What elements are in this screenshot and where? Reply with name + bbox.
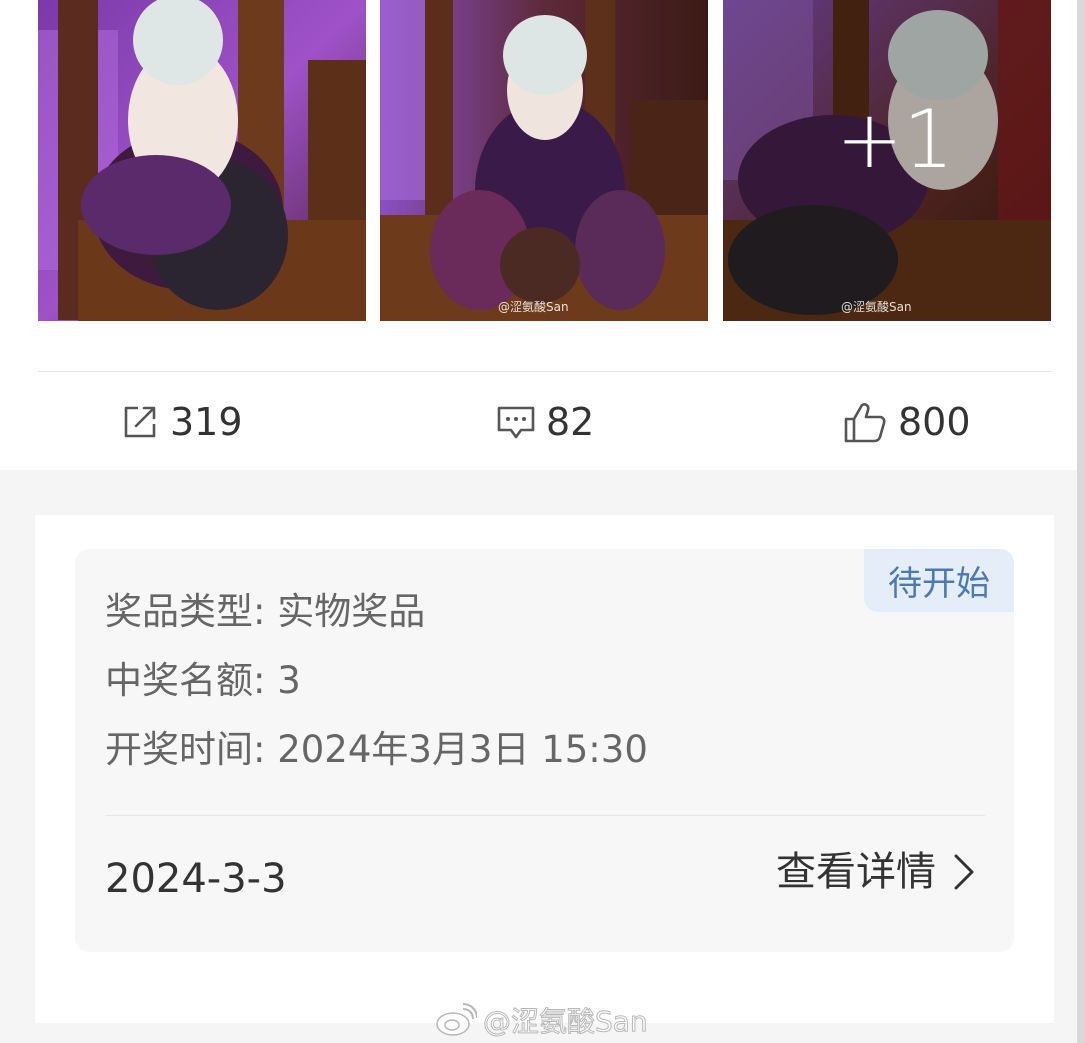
share-button[interactable]: 319 [120,398,243,446]
gallery-image-3[interactable]: +1 @涩氨酸San [723,0,1051,321]
footer-watermark: @涩氨酸San [435,1000,648,1040]
lottery-date: 2024-3-3 [105,856,287,902]
photo-cosplay-bunny-bar-1 [38,0,366,321]
scrollbar[interactable] [1077,0,1085,1043]
post-media-section: @涩氨酸San +1 @涩氨酸San 319 82 800 [0,0,1085,470]
draw-time: 开奖时间: 2024年3月3日 15:30 [105,728,648,771]
card-divider [105,815,985,816]
gallery-image-2[interactable]: @涩氨酸San [380,0,708,321]
weibo-logo-icon [436,1003,477,1036]
image-watermark: @涩氨酸San [841,300,912,314]
lottery-card[interactable]: 待开始 奖品类型: 实物奖品 中奖名额: 3 开奖时间: 2024年3月3日 1… [75,549,1014,952]
comment-button[interactable]: 82 [496,398,594,446]
like-button[interactable]: 800 [842,398,971,446]
more-images-count: +1 [836,93,954,186]
winner-count: 中奖名额: 3 [105,659,301,702]
thumbs-up-icon [844,403,886,443]
image-watermark: @涩氨酸San [498,300,569,314]
prize-type: 奖品类型: 实物奖品 [105,590,426,633]
view-details-label: 查看详情 [776,849,936,895]
like-count: 800 [898,400,971,444]
share-icon [124,406,156,438]
share-count: 319 [170,400,243,444]
gallery-image-1[interactable] [38,0,366,321]
view-details-link[interactable]: 查看详情 [776,852,976,892]
photo-cosplay-bunny-bar-2 [380,0,708,321]
section-divider [38,371,1051,372]
status-badge: 待开始 [864,549,1014,612]
comment-count: 82 [546,400,595,444]
chevron-right-icon [954,854,974,890]
footer-watermark-text: @涩氨酸San [483,1005,649,1039]
comment-icon [497,406,535,439]
